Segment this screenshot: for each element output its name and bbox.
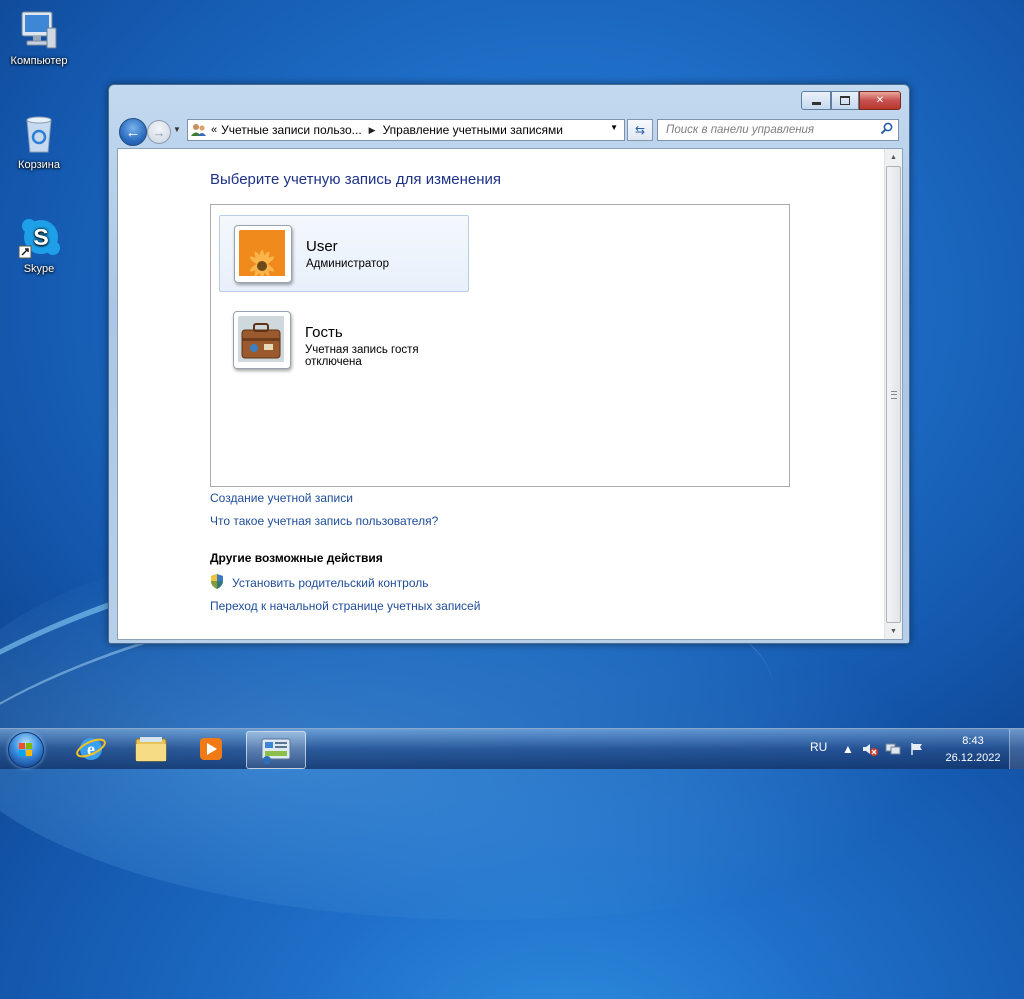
back-button[interactable]: ←	[119, 118, 147, 146]
svg-text:S: S	[33, 224, 48, 250]
arrow-right-icon: →	[152, 124, 166, 140]
uac-shield-icon	[210, 574, 224, 589]
desktop-icon-label: Компьютер	[10, 55, 68, 67]
language-indicator[interactable]: RU	[810, 740, 827, 754]
breadcrumb-manage-accounts[interactable]: Управление учетными записями	[383, 123, 563, 137]
desktop-icon-computer[interactable]: Компьютер	[0, 8, 78, 67]
caption-buttons: ✕	[801, 91, 901, 110]
maximize-button[interactable]	[831, 91, 859, 110]
system-clock[interactable]: 8:43 26.12.2022	[938, 733, 1008, 767]
taskbar-explorer[interactable]	[122, 731, 180, 767]
close-icon: ✕	[875, 95, 885, 106]
show-desktop-button[interactable]	[1009, 729, 1024, 769]
start-button[interactable]	[3, 730, 47, 768]
computer-icon	[17, 8, 61, 52]
skype-icon: S	[17, 216, 61, 260]
breadcrumb-user-accounts[interactable]: Учетные записи пользо...	[221, 123, 362, 137]
account-name: User	[306, 238, 338, 255]
taskbar-control-panel[interactable]	[246, 731, 306, 769]
taskbar-media-player[interactable]	[182, 731, 240, 767]
account-tile-guest[interactable]: Гость Учетная запись гостя отключена	[219, 302, 467, 377]
search-input[interactable]	[664, 120, 878, 140]
desktop-icon-skype[interactable]: S Skype	[0, 216, 78, 275]
minimize-button[interactable]	[801, 91, 831, 110]
breadcrumb-separator-icon[interactable]: ▶	[369, 125, 376, 136]
network-icon[interactable]	[885, 742, 901, 759]
control-panel-icon	[261, 738, 291, 764]
account-name: Гость	[305, 324, 343, 341]
suitcase-icon	[238, 316, 286, 364]
desktop-icon-label: Skype	[23, 263, 55, 275]
desktop-icon-label: Корзина	[18, 159, 60, 171]
address-overflow-chevron[interactable]: «	[211, 124, 217, 136]
user-accounts-icon	[191, 123, 207, 137]
what-is-account-link[interactable]: Что такое учетная запись пользователя?	[210, 514, 438, 528]
account-list: User Администратор Гость Учетная запись …	[210, 204, 790, 487]
scroll-down-icon[interactable]: ▼	[885, 623, 902, 639]
internet-explorer-icon: e	[76, 738, 106, 760]
start-orb-icon	[8, 732, 44, 768]
search-icon[interactable]	[880, 122, 893, 138]
explorer-folder-icon	[135, 737, 167, 762]
account-picture	[234, 225, 292, 283]
navigation-bar: ← → ▼ « Учетные записи пользо... ▶ Управ…	[117, 117, 901, 146]
clock-time: 8:43	[962, 735, 984, 747]
maximize-icon	[840, 96, 850, 105]
minimize-icon	[811, 102, 821, 105]
create-account-link[interactable]: Создание учетной записи	[210, 491, 353, 505]
action-center-flag-icon[interactable]	[910, 742, 924, 759]
account-type: Администратор	[306, 258, 389, 270]
show-hidden-icons-button[interactable]: ▲	[842, 742, 854, 756]
content-area: Выберите учетную запись для изменения Us…	[117, 148, 903, 640]
other-actions-heading: Другие возможные действия	[210, 551, 383, 565]
close-button[interactable]: ✕	[859, 91, 901, 110]
taskbar-internet-explorer[interactable]: e	[62, 731, 120, 767]
account-type: Учетная запись гостя отключена	[305, 344, 419, 368]
taskbar: e RU ▲ 8:43 26.12.2022	[0, 728, 1024, 769]
account-picture	[233, 311, 291, 369]
parental-controls-link[interactable]: Установить родительский контроль	[232, 576, 429, 590]
search-box	[657, 119, 899, 141]
page-title: Выберите учетную запись для изменения	[210, 171, 502, 188]
forward-button[interactable]: →	[147, 120, 171, 144]
arrow-left-icon: ←	[125, 123, 141, 141]
scrollbar-thumb[interactable]	[886, 166, 901, 623]
chevron-up-icon: ▲	[842, 742, 854, 756]
refresh-icon: ⇆	[634, 123, 646, 137]
scroll-up-icon[interactable]: ▲	[885, 149, 902, 165]
accounts-main-page-link[interactable]: Переход к начальной странице учетных зап…	[210, 599, 480, 613]
address-bar[interactable]: « Учетные записи пользо... ▶ Управление …	[187, 119, 625, 141]
media-player-icon	[200, 738, 222, 760]
address-dropdown-icon[interactable]: ▼	[610, 123, 618, 132]
control-panel-window: ✕ ← → ▼ « Учетные записи пользо... ▶ Упр…	[108, 84, 910, 644]
vertical-scrollbar[interactable]: ▲ ▼	[884, 149, 902, 639]
refresh-button[interactable]: ⇆	[627, 119, 653, 141]
flower-icon	[239, 230, 287, 278]
recent-pages-button[interactable]: ▼	[173, 125, 181, 134]
recycle-bin-icon	[17, 112, 61, 156]
desktop-icon-recycle-bin[interactable]: Корзина	[0, 112, 78, 171]
account-tile-user[interactable]: User Администратор	[219, 215, 469, 292]
scrollbar-grip-icon	[891, 391, 897, 399]
clock-date: 26.12.2022	[945, 752, 1001, 764]
volume-muted-icon[interactable]	[862, 742, 878, 759]
chevron-down-icon: ▼	[173, 125, 181, 134]
